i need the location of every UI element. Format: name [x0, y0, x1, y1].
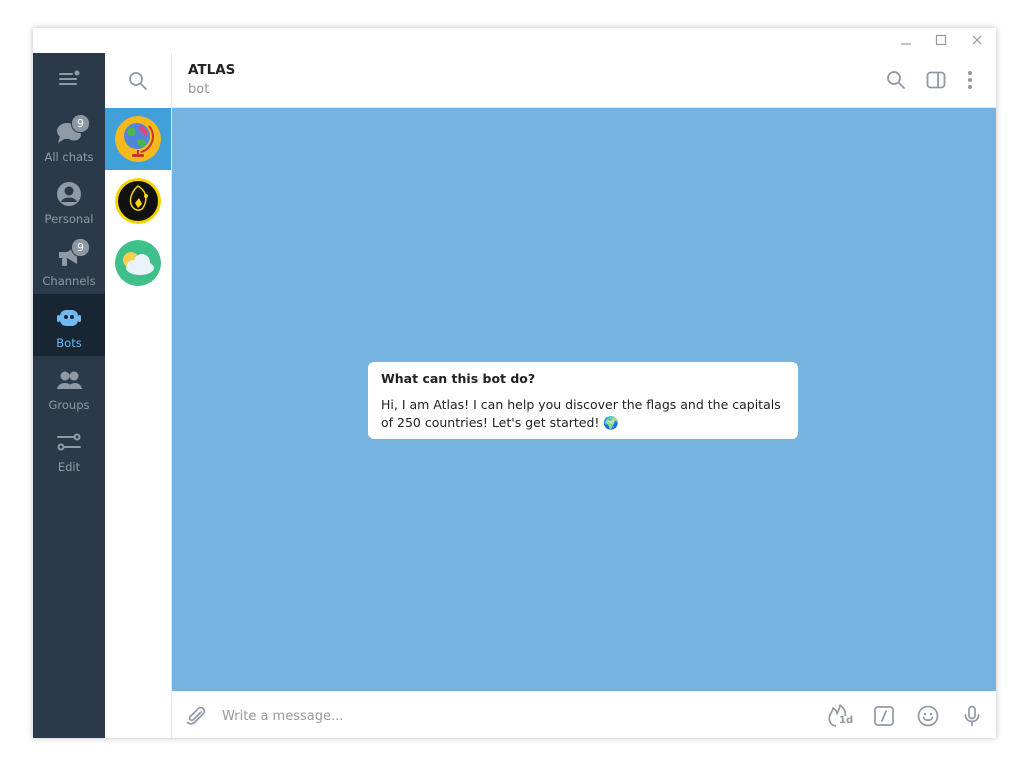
main-menu-button[interactable] — [57, 69, 81, 89]
search-icon — [129, 72, 147, 90]
folder-label: Groups — [48, 398, 90, 412]
title-bar — [33, 28, 996, 53]
folder-label: Personal — [44, 212, 94, 226]
bot-info-description: Hi, I am Atlas! I can help you discover … — [381, 397, 781, 430]
slash-command-icon — [874, 706, 894, 726]
bot-commands-button[interactable] — [871, 703, 897, 729]
voice-message-button[interactable] — [959, 703, 985, 729]
more-vertical-icon — [968, 71, 972, 89]
chat-item-2[interactable] — [105, 170, 171, 232]
close-window-button[interactable] — [966, 30, 988, 50]
folder-label: Channels — [42, 274, 96, 288]
bot-info-card: What can this bot do? Hi, I am Atlas! I … — [368, 362, 798, 439]
search-icon — [887, 71, 905, 89]
folder-personal[interactable]: Personal — [33, 170, 105, 232]
message-composer: 1d — [172, 691, 996, 738]
black-yellow-avatar — [115, 178, 161, 224]
attach-button[interactable] — [183, 703, 209, 729]
unread-badge: 9 — [71, 114, 90, 133]
menu-icon — [59, 70, 80, 85]
message-input[interactable] — [222, 706, 802, 726]
chat-item-3[interactable] — [105, 232, 171, 294]
chat-list — [105, 53, 172, 738]
weather-cloud-avatar — [115, 240, 161, 286]
bot-info-title: What can this bot do? — [381, 371, 536, 386]
maximize-button[interactable] — [930, 30, 952, 50]
smiley-icon — [917, 705, 939, 727]
folder-sidebar: 9 All chats Personal 9 Channels Bots Gro… — [33, 53, 105, 738]
folder-all-chats[interactable]: 9 All chats — [33, 108, 105, 170]
unread-badge: 9 — [71, 238, 90, 257]
folder-bots[interactable]: Bots — [33, 294, 105, 356]
auto-delete-timer-button[interactable]: 1d — [826, 703, 854, 729]
emoji-button[interactable] — [915, 703, 941, 729]
folder-channels[interactable]: 9 Channels — [33, 232, 105, 294]
toggle-info-panel-button[interactable] — [924, 68, 948, 92]
chat-item-atlas[interactable] — [105, 108, 171, 170]
folder-label: All chats — [44, 150, 94, 164]
chat-header: ATLAS bot — [172, 53, 996, 108]
person-icon — [57, 182, 81, 206]
folder-groups[interactable]: Groups — [33, 356, 105, 418]
sliders-icon — [57, 433, 81, 451]
group-icon — [57, 371, 82, 389]
folder-label: Bots — [56, 336, 82, 350]
chat-area: What can this bot do? Hi, I am Atlas! I … — [172, 108, 996, 691]
globe-avatar — [115, 116, 161, 162]
chat-search-button[interactable] — [126, 69, 150, 93]
telegram-window: 9 All chats Personal 9 Channels Bots Gro… — [33, 28, 996, 738]
timer-label: 1d — [839, 715, 854, 726]
microphone-icon — [964, 705, 980, 727]
robot-icon — [57, 310, 81, 326]
minimize-button[interactable] — [895, 30, 917, 50]
paperclip-icon — [186, 706, 206, 725]
more-options-button[interactable] — [958, 68, 982, 92]
chat-title[interactable]: ATLAS — [188, 62, 235, 78]
sidebar-panel-icon — [926, 71, 946, 89]
folder-edit[interactable]: Edit — [33, 418, 105, 480]
header-search-button[interactable] — [884, 68, 908, 92]
folder-label: Edit — [57, 460, 81, 474]
chat-subtitle: bot — [188, 82, 210, 97]
